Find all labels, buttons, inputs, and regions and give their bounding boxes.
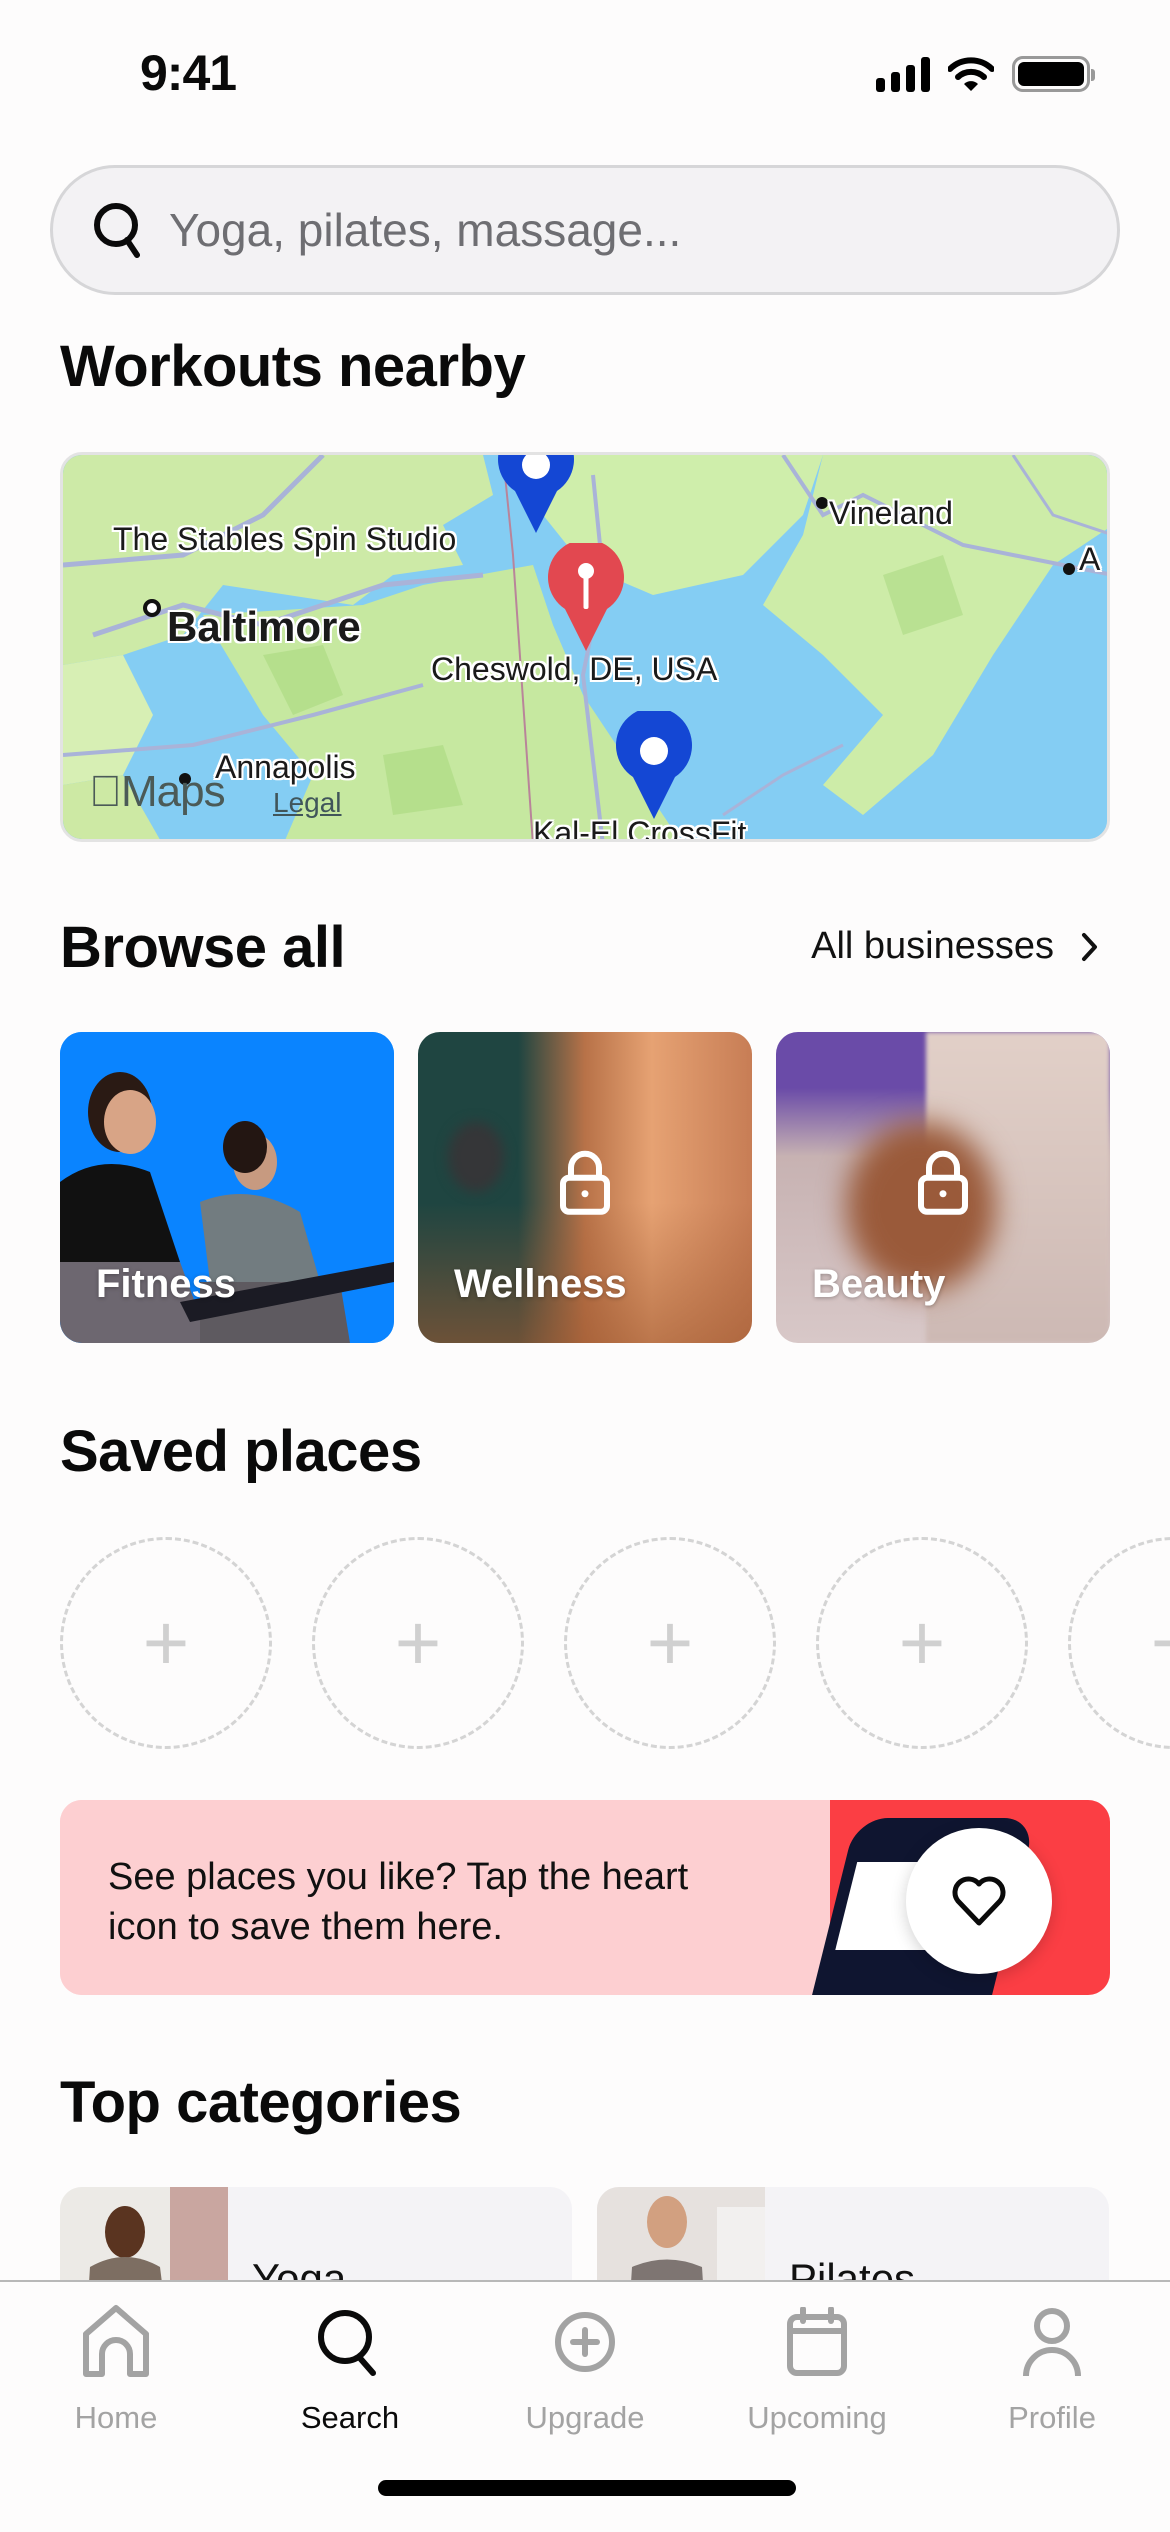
business-pin-kal-el[interactable] [611,711,697,821]
wellness-photo-blur [448,1122,504,1192]
banner-text: See places you like? Tap the heart icon … [108,1856,689,1948]
apple-logo-icon:  [89,767,122,816]
all-businesses-link[interactable]: All businesses [811,925,1100,968]
lock-icon [918,1150,968,1215]
map-city-dot [816,497,828,509]
search-input[interactable] [169,203,1069,257]
map-label-annapolis: Annapolis [215,749,356,785]
workouts-map[interactable]: The Stables Spin Studio Vineland Baltimo… [60,452,1110,842]
saved-place-slot[interactable]: + [1068,1537,1170,1749]
map-city-dot [143,599,161,617]
map-label-edge: A [1079,541,1101,577]
plus-icon: + [1151,1603,1170,1683]
search-icon [318,2310,376,2376]
maps-attribution: Maps [89,767,226,816]
saved-places-tip-banner: See places you like? Tap the heart icon … [60,1800,1110,1995]
plus-icon: + [898,1598,946,1687]
tab-profile[interactable]: Profile [952,2302,1152,2436]
tab-upgrade[interactable]: Upgrade [485,2302,685,2436]
home-indicator[interactable] [378,2480,796,2496]
lock-icon [560,1150,610,1215]
plus-icon: + [646,1598,694,1687]
current-location-pin[interactable] [543,543,629,653]
tab-label: Search [300,2400,400,2435]
search-bar[interactable] [50,165,1120,295]
wifi-icon [948,57,994,91]
status-icons [876,56,1095,92]
person-icon [1023,2308,1081,2377]
tab-label: Upgrade [525,2400,645,2435]
tab-search[interactable]: Search [250,2302,450,2436]
browse-all-title: Browse all [60,915,346,980]
status-time: 9:41 [140,45,237,101]
map-label-cheswold: Cheswold, DE, USA [431,651,718,687]
tile-label: Beauty [812,1262,946,1306]
heart-icon [952,1876,1006,1926]
heart-illustration [906,1828,1052,1974]
chevron-right-icon [1082,932,1097,961]
tab-home[interactable]: Home [16,2302,216,2436]
cellular-signal-icon [876,56,930,92]
tab-label: Profile [1008,2400,1096,2435]
tab-label: Home [74,2400,158,2435]
saved-place-slot[interactable]: + [312,1537,524,1749]
all-businesses-label: All businesses [811,925,1054,967]
map-label-baltimore: Baltimore [167,603,361,650]
saved-places-title: Saved places [60,1419,422,1484]
home-icon [83,2305,149,2377]
map-legal-link[interactable]: Legal [273,787,342,819]
top-categories-title: Top categories [60,2070,462,2135]
tab-label: Upcoming [747,2400,887,2435]
tile-label: Wellness [454,1262,627,1306]
plus-icon: + [394,1598,442,1687]
map-city-dot [1063,563,1075,575]
saved-place-slot[interactable]: + [816,1537,1028,1749]
plus-circle-icon [555,2312,615,2372]
map-label-stables-spin-studio[interactable]: The Stables Spin Studio [113,521,456,558]
calendar-icon [787,2307,847,2376]
browse-tile-wellness[interactable]: Wellness [418,1032,752,1343]
tab-upcoming[interactable]: Upcoming [717,2302,917,2436]
search-icon [94,203,140,258]
saved-place-slot[interactable]: + [564,1537,776,1749]
workouts-nearby-title: Workouts nearby [60,334,526,399]
battery-icon [1012,56,1095,92]
plus-icon: + [142,1598,190,1687]
tile-label: Fitness [96,1262,237,1306]
business-pin-stables[interactable] [493,452,579,535]
browse-tile-beauty[interactable]: Beauty [776,1032,1110,1343]
map-label-vineland: Vineland [829,495,953,531]
browse-tile-fitness[interactable]: Fitness [60,1032,394,1343]
apple-maps-logo: Maps [89,767,226,817]
saved-place-slot[interactable]: + [60,1537,272,1749]
